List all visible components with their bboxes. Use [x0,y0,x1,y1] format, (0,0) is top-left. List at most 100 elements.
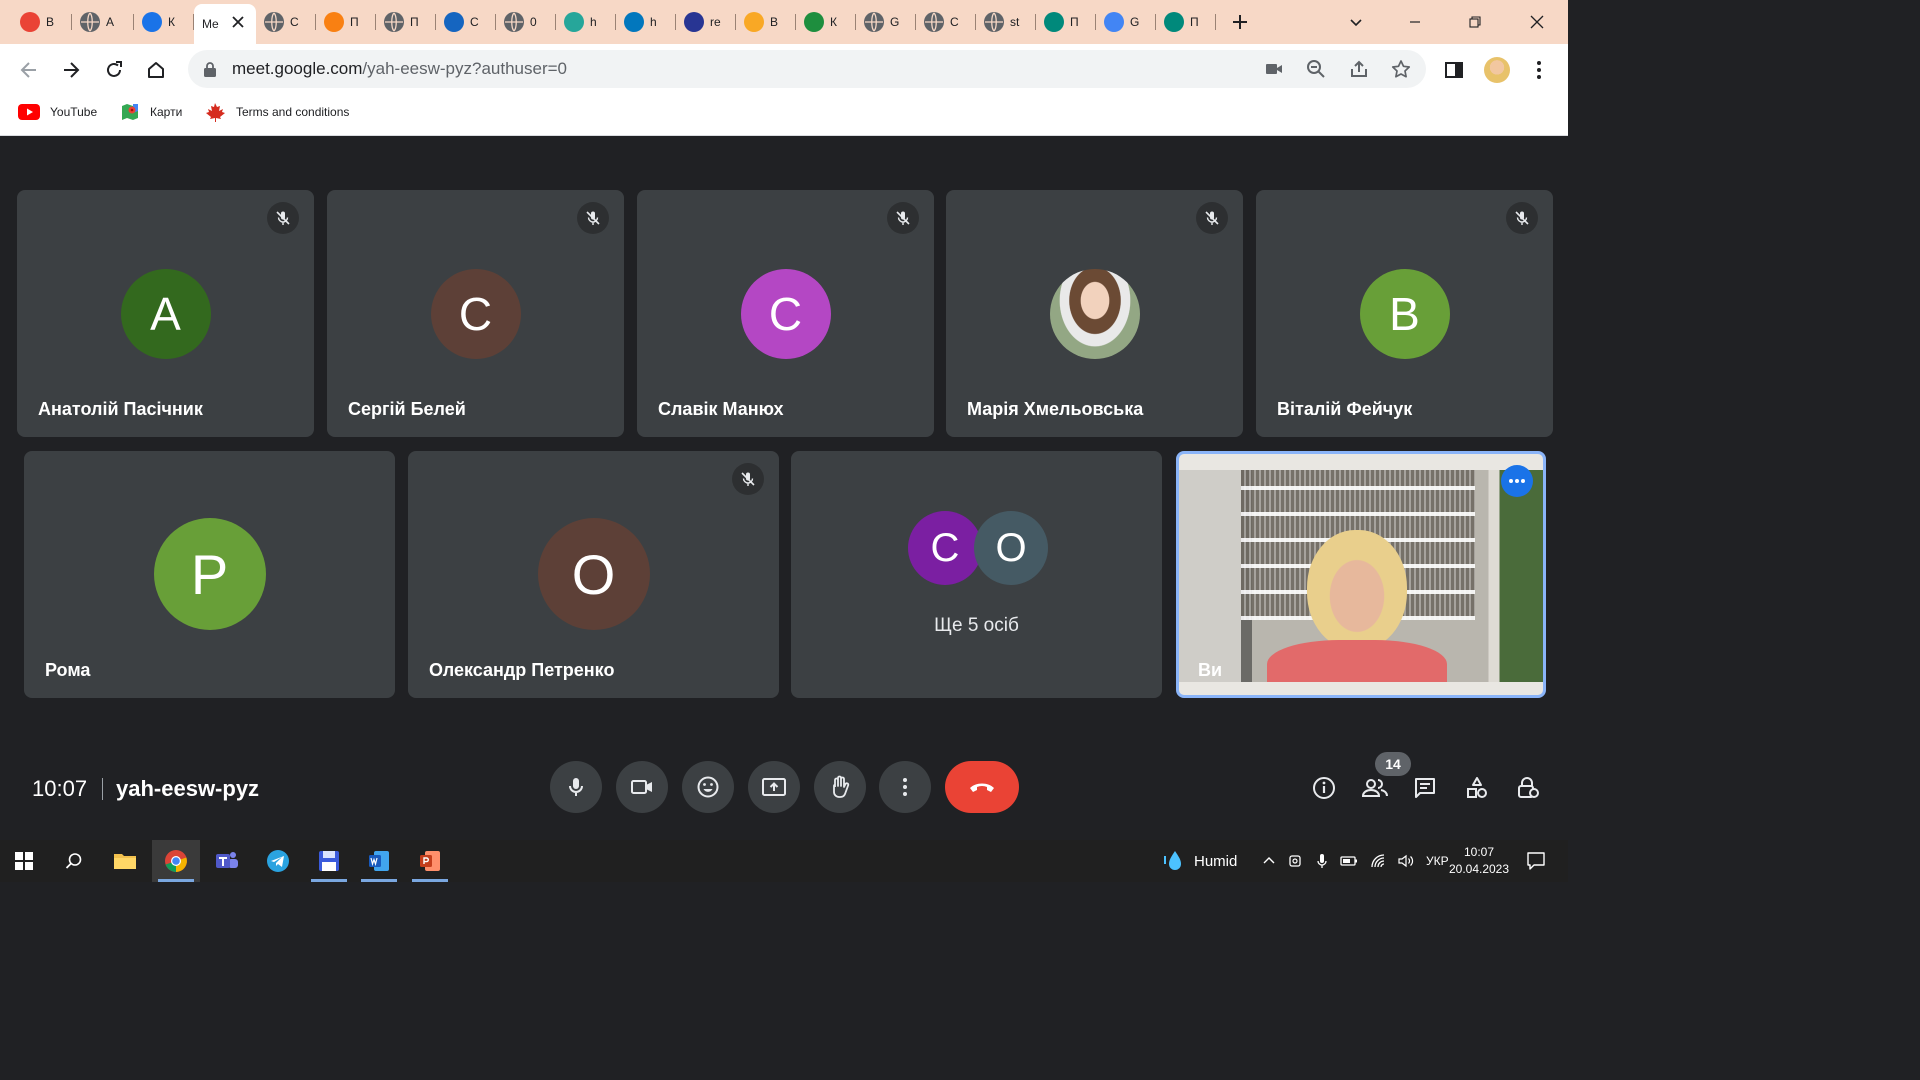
participant-tile[interactable]: Марія Хмельовська [946,190,1243,437]
browser-tab[interactable]: П [316,0,376,44]
taskbar-telegram[interactable] [254,840,302,882]
maps-pin-icon [122,104,138,120]
self-video-tile[interactable]: Ви [1176,451,1546,698]
avatar: О [537,518,650,630]
activities-button[interactable] [1459,770,1495,806]
side-panel-button[interactable] [1434,44,1474,96]
reactions-button[interactable] [682,761,734,813]
taskbar-teams[interactable] [203,840,251,882]
others-tile[interactable]: С О Ще 5 осіб [791,451,1162,698]
tab-strip: В А К Me С П П С 0 h h re В К G Cst П G П [0,0,1568,44]
muted-indicator [1506,202,1538,234]
browser-tab[interactable]: st [976,0,1036,44]
camera-in-use-indicator[interactable] [1264,59,1284,84]
home-button[interactable] [136,44,176,96]
tab-label: П [410,15,419,29]
more-options-button[interactable] [879,761,931,813]
chevron-up-icon[interactable] [1262,854,1276,868]
camera-button[interactable] [616,761,668,813]
restore-button[interactable] [1452,0,1498,44]
start-button[interactable] [0,840,48,882]
bookmark-terms[interactable]: Terms and conditions [204,96,349,128]
address-bar[interactable]: meet.google.com/yah-eesw-pyz?authuser=0 [188,50,1426,88]
browser-tab[interactable]: А [72,0,134,44]
taskbar-powerpoint[interactable] [406,840,454,882]
floppy-disk-icon [319,851,339,871]
browser-tab[interactable]: G [856,0,916,44]
tab-label: К [168,15,175,29]
muted-indicator [887,202,919,234]
tab-label: П [350,15,359,29]
weather-widget[interactable]: Humid [1160,840,1237,882]
browser-tab[interactable]: h [556,0,616,44]
taskbar-clock[interactable]: 10:07 20.04.2023 [1444,844,1514,878]
browser-tab[interactable]: К [796,0,856,44]
present-screen-button[interactable] [748,761,800,813]
bookmark-star-button[interactable] [1391,59,1411,84]
back-button[interactable] [9,44,49,96]
microphone-button[interactable] [550,761,602,813]
browser-tab[interactable]: В [12,0,72,44]
close-tab-button[interactable] [232,15,244,33]
chat-button[interactable] [1407,770,1443,806]
notifications-button[interactable] [1512,840,1560,882]
maple-leaf-icon [206,103,225,122]
browser-tab[interactable]: П [1156,0,1216,44]
host-controls-button[interactable] [1510,770,1546,806]
participant-name: Анатолій Пасічник [38,399,203,419]
browser-tab[interactable]: К [134,0,194,44]
participant-tile[interactable]: С Сергій Белей [327,190,624,437]
zoom-button[interactable] [1306,59,1326,84]
globe-icon [384,12,404,32]
share-button[interactable] [1349,59,1369,84]
participant-tile[interactable]: А Анатолій Пасічник [17,190,314,437]
participant-tile[interactable]: О Олександр Петренко [408,451,779,698]
share-icon [1351,60,1367,77]
taskbar-word[interactable] [355,840,403,882]
telegram-icon [267,850,289,872]
battery-icon[interactable] [1340,855,1358,867]
leave-call-button[interactable] [945,761,1019,813]
browser-tab[interactable]: G [1096,0,1156,44]
search-icon [65,853,82,869]
star-icon [1391,60,1411,78]
meeting-details-button[interactable] [1306,770,1342,806]
volume-icon[interactable] [1398,854,1414,868]
browser-tab[interactable]: П [376,0,436,44]
browser-tab[interactable]: С [436,0,496,44]
close-window-button[interactable] [1514,0,1560,44]
minimize-button[interactable] [1392,0,1438,44]
raise-hand-button[interactable] [814,761,866,813]
browser-tab[interactable]: C [916,0,976,44]
bookmark-label: YouTube [50,105,98,119]
taskbar-file-explorer[interactable] [101,840,149,882]
meeting-time: 10:07 [32,776,88,801]
taskbar-save-app[interactable] [305,840,353,882]
wifi-icon[interactable] [1370,854,1386,868]
new-tab-button[interactable] [1222,0,1258,44]
bookmark-youtube[interactable]: YouTube [18,96,97,128]
browser-tab[interactable]: re [676,0,736,44]
tab-search-button[interactable] [1338,0,1374,44]
forward-button[interactable] [51,44,91,96]
profile-avatar-button[interactable] [1477,44,1517,96]
browser-tab[interactable]: 0 [496,0,556,44]
participant-tile[interactable]: В Віталій Фейчук [1256,190,1553,437]
browser-tab[interactable]: С [256,0,316,44]
participant-tile[interactable]: С Славік Манюх [637,190,934,437]
taskbar-chrome[interactable] [152,840,200,882]
self-options-button[interactable] [1501,465,1533,497]
participant-tile[interactable]: Р Рома [24,451,395,698]
taskbar-search-button[interactable] [50,840,98,882]
browser-tab[interactable]: h [616,0,676,44]
tab-label: В [46,15,55,29]
browser-tab[interactable]: В [736,0,796,44]
browser-menu-button[interactable] [1519,44,1559,96]
browser-tab[interactable]: Me [194,4,256,44]
camera-tray-icon[interactable] [1288,853,1304,869]
browser-tab[interactable]: П [1036,0,1096,44]
tab-label: П [1190,15,1199,29]
bookmark-maps[interactable]: Карти [120,96,182,128]
reload-button[interactable] [94,44,134,96]
microphone-tray-icon[interactable] [1316,853,1328,869]
